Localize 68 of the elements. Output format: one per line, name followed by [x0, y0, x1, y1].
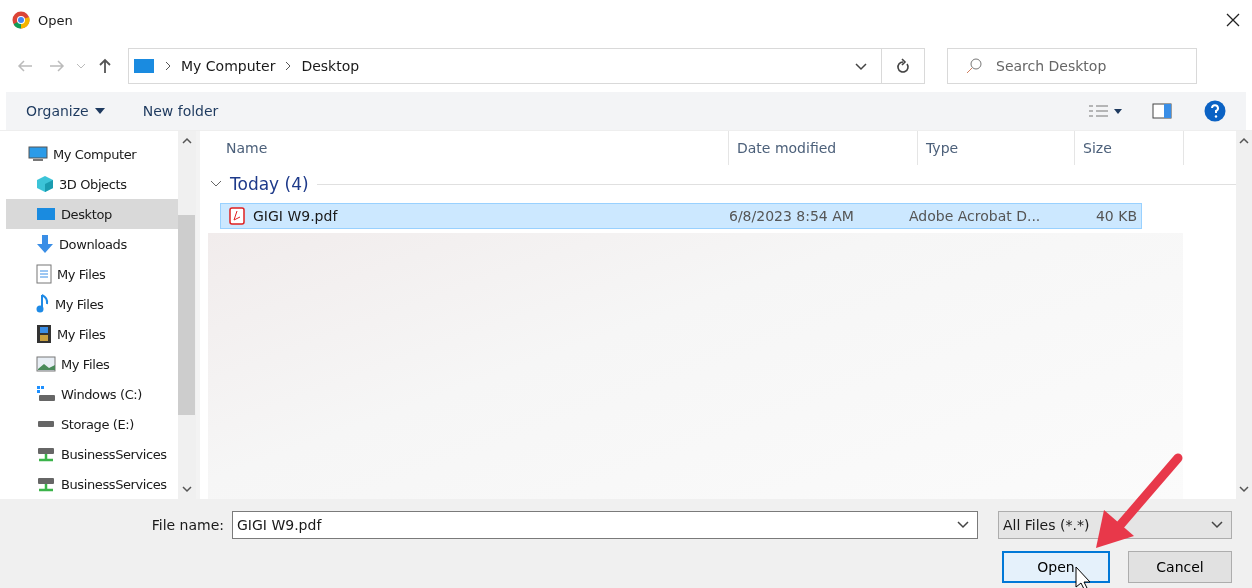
- file-name-label: File name:: [151, 517, 224, 533]
- sidebar-item[interactable]: Downloads: [6, 229, 178, 259]
- view-list-icon[interactable]: [1088, 104, 1124, 118]
- sidebar-item[interactable]: My Files: [6, 319, 178, 349]
- file-name-field[interactable]: GIGI W9.pdf: [232, 511, 978, 539]
- drive-icon: [36, 385, 56, 403]
- search-icon: [966, 58, 982, 74]
- file-row[interactable]: GIGI W9.pdf 6/8/2023 8:54 AM Adobe Acrobat D... 40 KB: [220, 203, 1142, 229]
- chevron-down-icon: [855, 62, 867, 71]
- cube-icon: [36, 175, 54, 193]
- network-drive-icon: [36, 445, 56, 463]
- chevron-right-icon: [285, 61, 292, 71]
- scroll-down-icon[interactable]: [181, 485, 192, 493]
- sidebar-item[interactable]: My Files: [6, 349, 178, 379]
- sidebar-item[interactable]: BusinessServices: [6, 439, 178, 469]
- column-header[interactable]: Type: [918, 131, 1075, 165]
- scroll-down-icon[interactable]: [1239, 485, 1249, 493]
- up-arrow-icon[interactable]: [99, 58, 111, 74]
- scroll-up-icon[interactable]: [181, 137, 192, 145]
- chevron-down-icon: [1211, 521, 1223, 529]
- sidebar-item[interactable]: Storage (E:): [6, 409, 178, 439]
- caret-icon: [94, 108, 105, 114]
- chevron-right-icon: [165, 61, 171, 71]
- drive-icon: [36, 420, 56, 428]
- sidebar-item[interactable]: Windows (C:): [6, 379, 178, 409]
- sidebar-item[interactable]: My Computer: [6, 139, 178, 169]
- sidebar-item[interactable]: My Files: [6, 289, 178, 319]
- chevron-down-icon[interactable]: [210, 180, 222, 188]
- scroll-up-icon[interactable]: [1239, 137, 1249, 145]
- help-icon[interactable]: [1204, 100, 1226, 122]
- search-box[interactable]: Search Desktop: [947, 48, 1197, 84]
- network-drive-icon: [36, 475, 56, 493]
- column-header[interactable]: Size: [1075, 131, 1184, 165]
- computer-icon: [28, 146, 48, 162]
- desktop-icon: [133, 58, 155, 74]
- music-note-icon: [36, 294, 50, 314]
- sidebar-item[interactable]: 3D Objects: [6, 169, 178, 199]
- breadcrumb[interactable]: Desktop: [301, 58, 360, 74]
- film-icon: [36, 324, 52, 344]
- browser-logo-icon: [12, 11, 30, 29]
- pdf-file-icon: [229, 207, 245, 225]
- document-icon: [36, 264, 52, 284]
- refresh-icon[interactable]: [896, 58, 910, 74]
- file-name: GIGI W9.pdf: [253, 208, 338, 224]
- column-header[interactable]: Date modified: [729, 131, 918, 165]
- column-header[interactable]: Name: [218, 131, 729, 165]
- address-bar[interactable]: My Computer Desktop: [128, 48, 925, 84]
- desktop-icon: [36, 206, 56, 222]
- group-header: Today (4): [230, 174, 309, 194]
- breadcrumb[interactable]: My Computer: [181, 58, 276, 74]
- picture-file-icon: [36, 356, 56, 372]
- sidebar-item[interactable]: My Files: [6, 259, 178, 289]
- chevron-down-icon: [957, 521, 969, 529]
- file-type: Adobe Acrobat D...: [909, 208, 1041, 224]
- window-title: Open: [38, 12, 74, 28]
- sidebar-item[interactable]: BusinessServices: [6, 469, 178, 499]
- scrollbar-thumb[interactable]: [178, 215, 196, 415]
- download-arrow-icon: [36, 234, 54, 254]
- preview-pane-icon[interactable]: [1152, 103, 1172, 119]
- new-folder-button[interactable]: New folder: [142, 103, 219, 119]
- open-button[interactable]: Open: [1002, 551, 1110, 583]
- cancel-button[interactable]: Cancel: [1128, 551, 1232, 583]
- sidebar-item[interactable]: Desktop: [6, 199, 178, 229]
- organize-menu[interactable]: Organize: [26, 103, 105, 119]
- date-modified: 6/8/2023 8:54 AM: [729, 208, 854, 224]
- file-size: 40 KB: [1095, 208, 1138, 224]
- close-icon[interactable]: [1226, 13, 1240, 27]
- mouse-cursor-icon: [1075, 566, 1091, 588]
